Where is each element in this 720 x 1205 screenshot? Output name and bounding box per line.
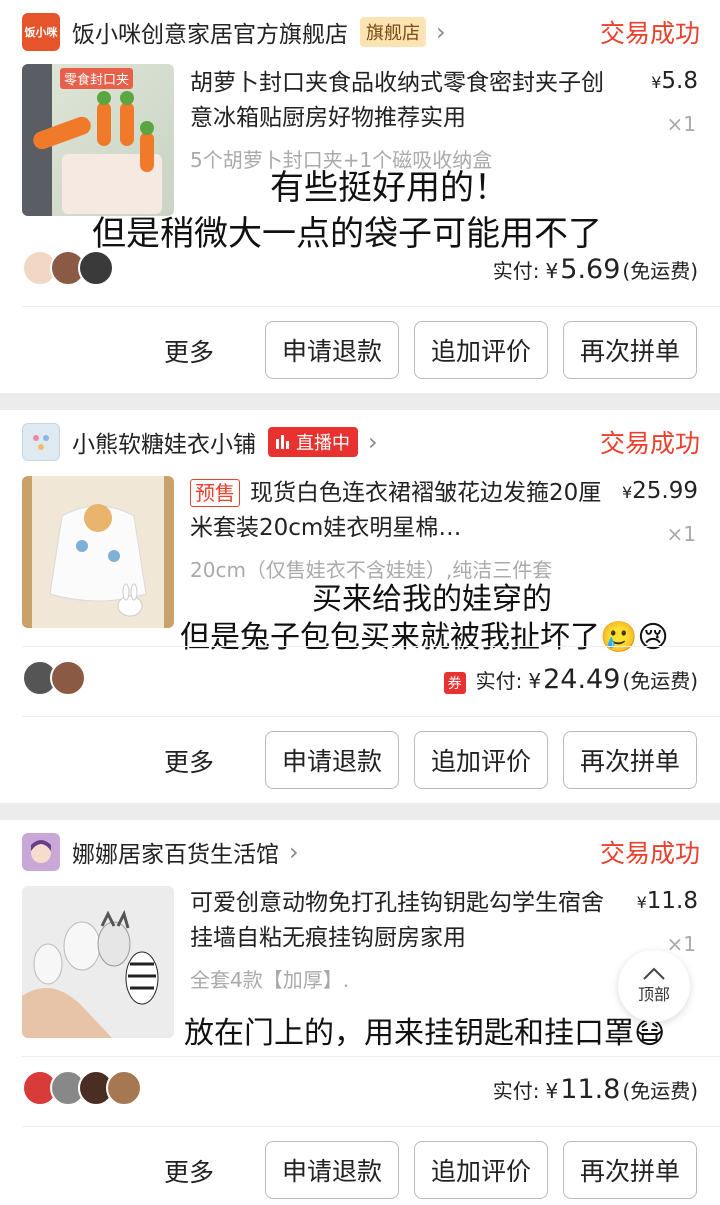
product-quantity: ×1	[666, 932, 696, 956]
divider	[22, 1126, 720, 1127]
caption-overlay: 但是稍微大一点的袋子可能用不了	[92, 214, 602, 254]
more-button[interactable]: 更多	[164, 1153, 214, 1189]
product-title[interactable]: 胡萝卜封口夹食品收纳式零食密封夹子创意冰箱贴厨房好物推荐实用	[190, 66, 610, 136]
caption-overlay: 放在门上的，用来挂钥匙和挂口罩😷	[184, 1016, 666, 1051]
more-button[interactable]: 更多	[164, 743, 214, 779]
more-button[interactable]: 更多	[164, 333, 214, 369]
caption-overlay: 但是兔子包包买来就被我扯坏了🥲😢	[180, 620, 669, 655]
avatar	[78, 250, 114, 286]
order-actions: 更多 申请退款 追加评价 再次拼单	[0, 1141, 720, 1199]
product-quantity: ×1	[666, 112, 696, 136]
live-icon	[276, 435, 290, 449]
divider	[22, 1056, 720, 1057]
shop-name[interactable]: 饭小咪创意家居官方旗舰店	[72, 15, 348, 49]
order-card: 饭小咪 饭小咪创意家居官方旗舰店 旗舰店 › 交易成功 零食封口夹 胡萝卜封口夹…	[0, 0, 720, 393]
add-review-button[interactable]: 追加评价	[414, 1141, 548, 1199]
product-price: ¥5.8	[651, 68, 698, 94]
chevron-up-icon	[643, 967, 665, 980]
avatar	[106, 1070, 142, 1106]
group-avatars	[22, 660, 86, 696]
shop-logo: 饭小咪	[22, 13, 60, 51]
order-actions: 更多 申请退款 追加评价 再次拼单	[0, 731, 720, 789]
chevron-right-icon[interactable]: ›	[289, 838, 299, 866]
product-quantity: ×1	[666, 522, 696, 546]
order-status: 交易成功	[599, 19, 700, 48]
shop-row[interactable]: 娜娜居家百货生活馆 › 交易成功	[22, 832, 700, 872]
order-actions: 更多 申请退款 追加评价 再次拼单	[0, 321, 720, 379]
paid-amount: 券实付: ¥24.49 (免运费)	[443, 664, 698, 695]
flagship-badge: 旗舰店	[360, 17, 426, 47]
back-to-top-label: 顶部	[637, 985, 670, 1004]
product-title[interactable]: 预售 现货白色连衣裙褶皱花边发箍20厘米套装20cm娃衣明星棉…	[190, 476, 610, 546]
coupon-badge: 券	[443, 672, 466, 694]
order-card: 娜娜居家百货生活馆 › 交易成功 可爱创意动物免打孔挂钩钥匙勾学生宿舍挂墙自粘无…	[0, 820, 720, 1205]
back-to-top-button[interactable]: 顶部	[618, 950, 690, 1022]
refund-button[interactable]: 申请退款	[265, 731, 399, 789]
reorder-button[interactable]: 再次拼单	[563, 1141, 697, 1199]
avatar	[50, 660, 86, 696]
order-card: 小熊软糖娃衣小铺 直播中 › 交易成功 预售 现货白色连衣裙褶皱花边发箍20厘米套…	[0, 410, 720, 803]
product-price: ¥25.99	[621, 478, 698, 504]
shop-name[interactable]: 小熊软糖娃衣小铺	[72, 425, 256, 459]
thumbnail-caption: 零食封口夹	[60, 68, 134, 89]
order-status: 交易成功	[599, 429, 700, 458]
group-avatars	[22, 1070, 142, 1106]
add-review-button[interactable]: 追加评价	[414, 731, 548, 789]
product-spec: 全套4款【加厚】.	[190, 968, 350, 992]
shop-name[interactable]: 娜娜居家百货生活馆	[72, 835, 279, 869]
refund-button[interactable]: 申请退款	[265, 1141, 399, 1199]
refund-button[interactable]: 申请退款	[265, 321, 399, 379]
order-status: 交易成功	[599, 839, 700, 868]
live-badge: 直播中	[268, 427, 358, 457]
reorder-button[interactable]: 再次拼单	[563, 321, 697, 379]
chevron-right-icon[interactable]: ›	[368, 428, 378, 456]
reorder-button[interactable]: 再次拼单	[563, 731, 697, 789]
divider	[22, 306, 720, 307]
caption-overlay: 有些挺好用的！	[270, 168, 508, 208]
product-thumbnail[interactable]	[22, 886, 174, 1038]
paid-amount: 实付: ¥11.8 (免运费)	[492, 1074, 698, 1105]
group-avatars	[22, 250, 114, 286]
presale-tag: 预售	[190, 479, 240, 507]
product-title[interactable]: 可爱创意动物免打孔挂钩钥匙勾学生宿舍挂墙自粘无痕挂钩厨房家用	[190, 886, 610, 956]
divider	[22, 646, 720, 647]
product-price: ¥11.8	[636, 888, 698, 914]
shop-logo	[22, 423, 60, 461]
chevron-right-icon[interactable]: ›	[436, 18, 446, 46]
product-thumbnail[interactable]: 零食封口夹	[22, 64, 174, 216]
shop-logo	[22, 833, 60, 871]
shop-row[interactable]: 小熊软糖娃衣小铺 直播中 › 交易成功	[22, 422, 700, 462]
paid-amount: 实付: ¥5.69 (免运费)	[492, 254, 698, 285]
shop-row[interactable]: 饭小咪 饭小咪创意家居官方旗舰店 旗舰店 › 交易成功	[22, 12, 700, 52]
product-thumbnail[interactable]	[22, 476, 174, 628]
add-review-button[interactable]: 追加评价	[414, 321, 548, 379]
divider	[22, 716, 720, 717]
